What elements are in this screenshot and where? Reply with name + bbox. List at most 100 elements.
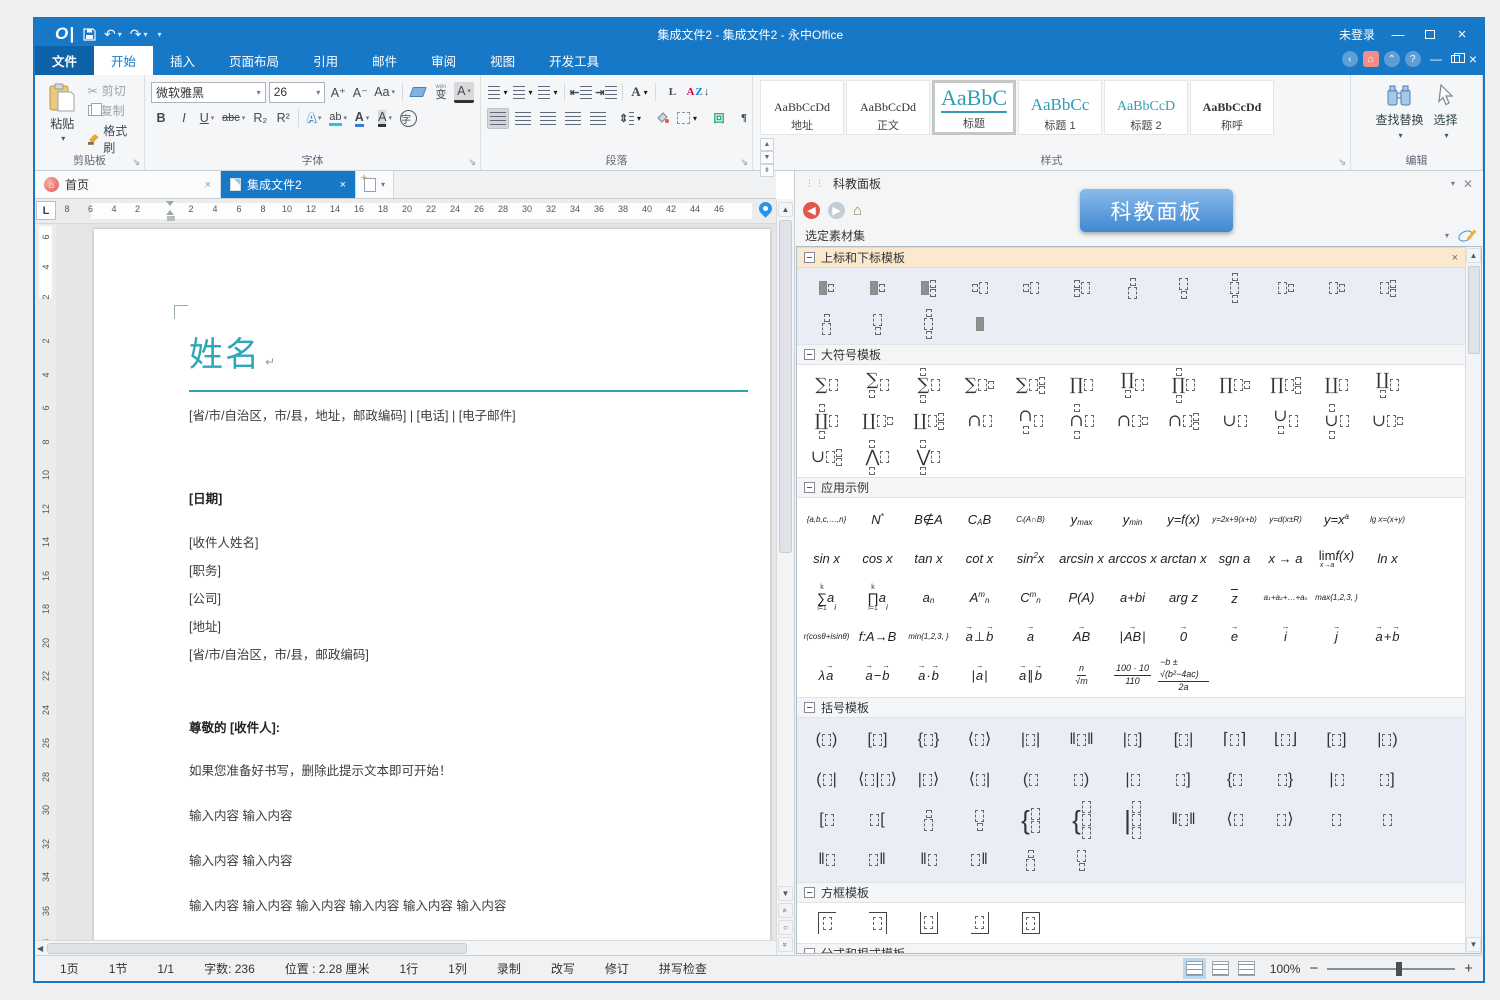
collapse-section-icon[interactable] [804,702,815,713]
math-template-item[interactable]: a⊥b [954,617,1005,656]
math-template-item[interactable]: ∐ [1311,367,1362,403]
login-status[interactable]: 未登录 [1339,26,1375,43]
zoom-slider[interactable] [1327,968,1455,970]
math-template-item[interactable]: ∑ [954,367,1005,403]
font-format-button[interactable]: B [151,108,171,129]
bullet-list-button[interactable]: ▾ [487,82,509,103]
math-template-item[interactable]: ⟨| [954,760,1005,800]
panel-forward-icon[interactable]: ▶ [828,202,845,219]
math-template-item[interactable]: [| [1158,720,1209,760]
math-template-item[interactable]: |⟩ [903,760,954,800]
math-template-item[interactable]: ∏ [1056,367,1107,403]
panel-menu-icon[interactable]: ▾ [1451,179,1455,188]
math-template-item[interactable]: k∑i=1ai [801,578,852,617]
math-template-item[interactable]: ] [1362,760,1413,800]
select-button[interactable]: 选择▾ [1434,79,1458,154]
status-item[interactable]: 位置 : 2.28 厘米 [270,960,385,977]
math-template-item[interactable] [954,270,1005,306]
math-template-item[interactable] [954,905,1005,941]
collapse-section-icon[interactable] [804,252,815,263]
style-card-称呼[interactable]: AaBbCcDd称呼 [1190,80,1274,135]
math-template-item[interactable]: ⌈⌉ [1209,720,1260,760]
math-template-item[interactable] [1311,270,1362,306]
math-template-item[interactable]: x → a [1260,539,1311,578]
math-template-item[interactable] [1158,270,1209,306]
math-template-item[interactable]: P(A) [1056,578,1107,617]
math-template-item[interactable]: ⟨ [1209,800,1260,840]
math-template-item[interactable]: sin x [801,539,852,578]
math-template-item[interactable]: y=2x+9(x+b) [1209,500,1260,539]
font-format-button[interactable]: I [174,108,194,129]
style-card-地址[interactable]: AaBbCcDd地址 [760,80,844,135]
font-format-button[interactable]: A▾ [375,108,395,129]
minimize-button[interactable]: — [1389,27,1407,42]
clear-formatting-button[interactable] [408,82,428,103]
scroll-down-icon[interactable]: ▼ [778,886,793,901]
find-replace-button[interactable]: 查找替换▾ [1375,79,1423,154]
outline-view-icon[interactable] [1238,961,1255,976]
cut-button[interactable]: ✂剪切 [88,82,138,99]
tab-document[interactable]: 集成文件2× [221,171,356,198]
panel-back-icon[interactable]: ◀ [803,202,820,219]
quick-access-toolbar-menu-icon[interactable]: ▾ [155,30,161,39]
collapse-ribbon-icon[interactable]: ⌃ [1384,51,1400,67]
ribbon-tab-7[interactable]: 审阅 [414,46,473,75]
math-template-item[interactable]: ) [1056,760,1107,800]
math-template-item[interactable]: ⟨⟩ [954,720,1005,760]
tab-selector[interactable]: L [36,201,56,220]
math-template-item[interactable]: y=d(x±R) [1260,500,1311,539]
math-template-item[interactable]: a·b [903,656,954,695]
ribbon-tab-1[interactable]: 文件 [35,46,94,75]
math-template-item[interactable]: ] [1158,760,1209,800]
paragraph-dialog-launcher[interactable]: ⇘ [740,157,748,168]
math-template-item[interactable]: a [1005,617,1056,656]
vscroll-thumb[interactable] [779,220,792,553]
next-page-icon[interactable]: » [778,937,793,952]
close-button[interactable]: × [1453,26,1471,43]
math-template-item[interactable]: e [1209,617,1260,656]
math-template-item[interactable] [801,270,852,306]
math-template-item[interactable]: | [1311,760,1362,800]
document-page[interactable]: 姓名↵ [省/市/自治区，市/县，地址，邮政编码] | [电话] | [电子邮件… [94,229,770,940]
math-template-item[interactable]: (| [801,760,852,800]
math-template-item[interactable]: i [1260,617,1311,656]
material-set-dropdown-icon[interactable]: ▾ [1445,231,1449,240]
math-template-item[interactable]: k∏i=1ai [852,578,903,617]
math-template-item[interactable]: ‖‖ [1056,720,1107,760]
math-template-item[interactable]: r(cosθ+isinθ) [801,617,852,656]
math-template-item[interactable] [1362,270,1413,306]
font-format-button[interactable]: A▾ [352,108,372,129]
math-template-item[interactable]: lg x=(x+y) [1362,500,1413,539]
font-family-select[interactable]: 微软雅黑▾ [151,82,266,103]
increase-indent-button[interactable]: ⇥ [595,82,617,103]
math-template-item[interactable]: |a| [954,656,1005,695]
styles-dialog-launcher[interactable]: ⇘ [1338,157,1346,168]
math-template-item[interactable] [801,306,852,342]
math-template-item[interactable]: ⋀ [852,439,903,475]
math-template-item[interactable]: () [801,720,852,760]
paragraph-layout-button[interactable]: 回 [708,108,730,129]
math-template-item[interactable] [903,800,954,840]
math-template-item[interactable]: ∩ [1107,403,1158,439]
math-template-item[interactable]: ‖ [903,840,954,880]
doc-close-button[interactable]: × [1469,51,1477,67]
section-header-1[interactable]: 上标和下标模板× [797,247,1465,268]
ribbon-tab-9[interactable]: 开发工具 [532,46,616,75]
math-template-item[interactable]: ∩ [1056,403,1107,439]
math-template-item[interactable]: ⟩ [1260,800,1311,840]
math-template-item[interactable] [1005,270,1056,306]
character-border-button[interactable]: A▾ [454,82,474,103]
math-template-item[interactable]: ⌊⌋ [1260,720,1311,760]
align-center-button[interactable] [512,108,534,129]
close-tab-icon[interactable]: × [340,179,346,191]
math-template-item[interactable]: ⟨|⟩ [852,760,903,800]
style-card-正文[interactable]: AaBbCcDd正文 [846,80,930,135]
line-spacing-button[interactable]: ⇕▾ [619,108,641,129]
font-size-select[interactable]: 26▾ [269,82,326,103]
close-tab-icon[interactable]: × [205,179,211,191]
shading-button[interactable] [651,108,673,129]
select-browse-object-icon[interactable]: ○ [778,920,793,935]
vertical-ruler[interactable]: 6422468101214161820222426283032343638 [35,224,56,940]
math-template-item[interactable]: a+bi [1107,578,1158,617]
math-template-item[interactable]: } [1260,760,1311,800]
